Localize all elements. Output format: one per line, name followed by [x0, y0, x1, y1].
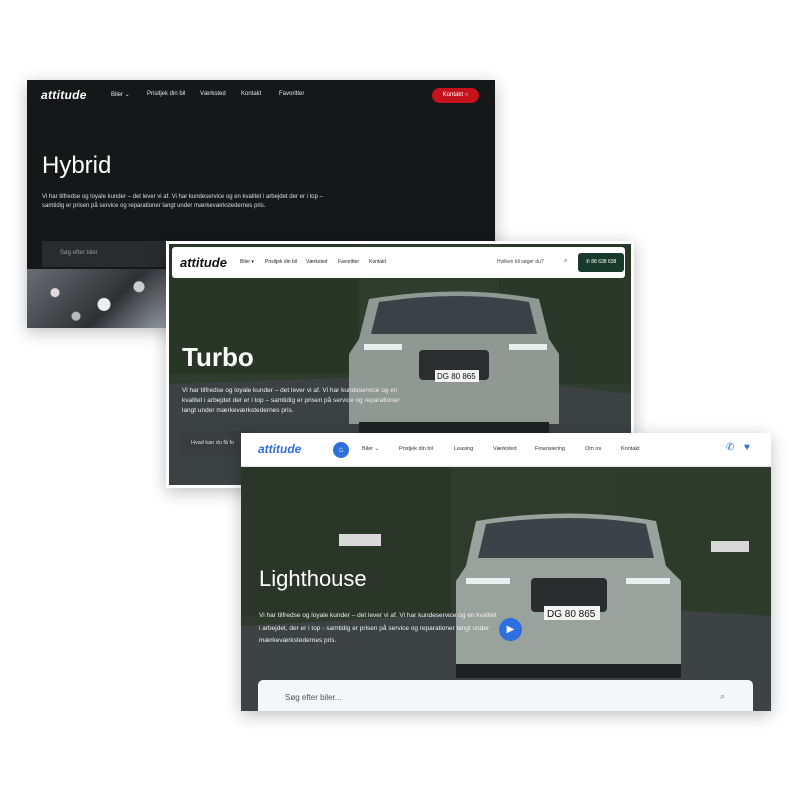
turbo-plate: DG 80 865 — [437, 372, 476, 381]
lighthouse-nav-om-os[interactable]: Om os — [585, 446, 601, 452]
turbo-nav-vaerksted[interactable]: Værksted — [306, 259, 327, 265]
heart-icon[interactable]: ♥ — [744, 442, 750, 453]
hybrid-nav-kontakt[interactable]: Kontakt — [241, 91, 261, 97]
lighthouse-nav-pristjek[interactable]: Pristjek din bil — [399, 446, 433, 452]
turbo-phone-button[interactable]: ✆ 88 638 638 — [578, 253, 624, 272]
turbo-navbar: attitude Biler ▾ Prisitjek din bil Værks… — [172, 247, 625, 278]
lighthouse-search-input[interactable]: Søg efter biler... ⌕ — [258, 680, 753, 711]
play-icon[interactable]: ▶ — [499, 618, 522, 641]
turbo-search-input[interactable]: Hvilken bil søger du? — [497, 259, 544, 265]
hybrid-nav-favoritter[interactable]: Favoritter — [279, 91, 304, 97]
caret-down-icon: ▾ — [251, 259, 254, 265]
hybrid-nav-vaerksted[interactable]: Værksted — [200, 91, 226, 97]
search-icon[interactable]: ⌕ — [564, 258, 567, 265]
lighthouse-theme-card: DG 80 865 attitude ⌂ Biler ⌄ Pristjek di… — [241, 433, 771, 711]
lighthouse-nav-finansiering[interactable]: Finansiering — [535, 446, 565, 452]
hybrid-kontakt-button[interactable]: Kontakt ○ — [432, 88, 479, 103]
phone-icon: ✆ — [585, 259, 590, 265]
hybrid-description: Vi har tilfredse og loyale kunder – det … — [42, 194, 323, 209]
turbo-nav-prisitjek[interactable]: Prisitjek din bil — [265, 259, 297, 265]
hybrid-logo[interactable]: attitude — [41, 88, 87, 102]
hybrid-nav-biler[interactable]: Biler ⌄ — [111, 91, 130, 98]
lighthouse-nav-leasing[interactable]: Leasing — [454, 446, 473, 452]
turbo-nav-favoritter[interactable]: Favoritter — [338, 259, 359, 265]
lighthouse-description: Vi har tilfredse og loyale kunder – det … — [259, 612, 497, 644]
turbo-nav-biler[interactable]: Biler ▾ — [240, 259, 254, 265]
chevron-down-icon: ⌄ — [374, 446, 380, 452]
turbo-nav-kontakt[interactable]: Kontakt — [369, 259, 386, 265]
hybrid-search-placeholder: Søg efter biler — [60, 250, 98, 256]
lighthouse-title: Lighthouse — [259, 566, 367, 591]
chevron-down-icon: ⌄ — [124, 92, 130, 98]
lighthouse-navbar: attitude ⌂ Biler ⌄ Pristjek din bil Leas… — [241, 433, 771, 467]
hybrid-navbar: attitude Biler ⌄ Prisitjek din bil Værks… — [27, 80, 495, 112]
phone-icon[interactable]: ✆ — [726, 442, 734, 453]
lighthouse-logo[interactable]: attitude — [258, 442, 301, 456]
search-icon[interactable]: ⌕ — [720, 691, 725, 702]
turbo-logo[interactable]: attitude — [180, 255, 227, 270]
lighthouse-nav-kontakt[interactable]: Kontakt — [621, 446, 640, 452]
lighthouse-search-placeholder: Søg efter biler... — [285, 693, 342, 702]
arrow-icon: ○ — [464, 92, 469, 98]
hybrid-title: Hybrid — [42, 152, 112, 179]
hybrid-nav-prisitjek[interactable]: Prisitjek din bil — [147, 91, 185, 97]
turbo-description: Vi har tilfredse og loyale kunder – det … — [182, 387, 400, 414]
hybrid-hero-image — [27, 269, 167, 328]
turbo-title: Turbo — [182, 342, 254, 372]
home-icon[interactable]: ⌂ — [333, 442, 349, 458]
lighthouse-nav-biler[interactable]: Biler ⌄ — [362, 446, 379, 452]
lighthouse-nav-vaerksted[interactable]: Værksted — [493, 446, 517, 452]
lighthouse-plate: DG 80 865 — [547, 609, 596, 620]
